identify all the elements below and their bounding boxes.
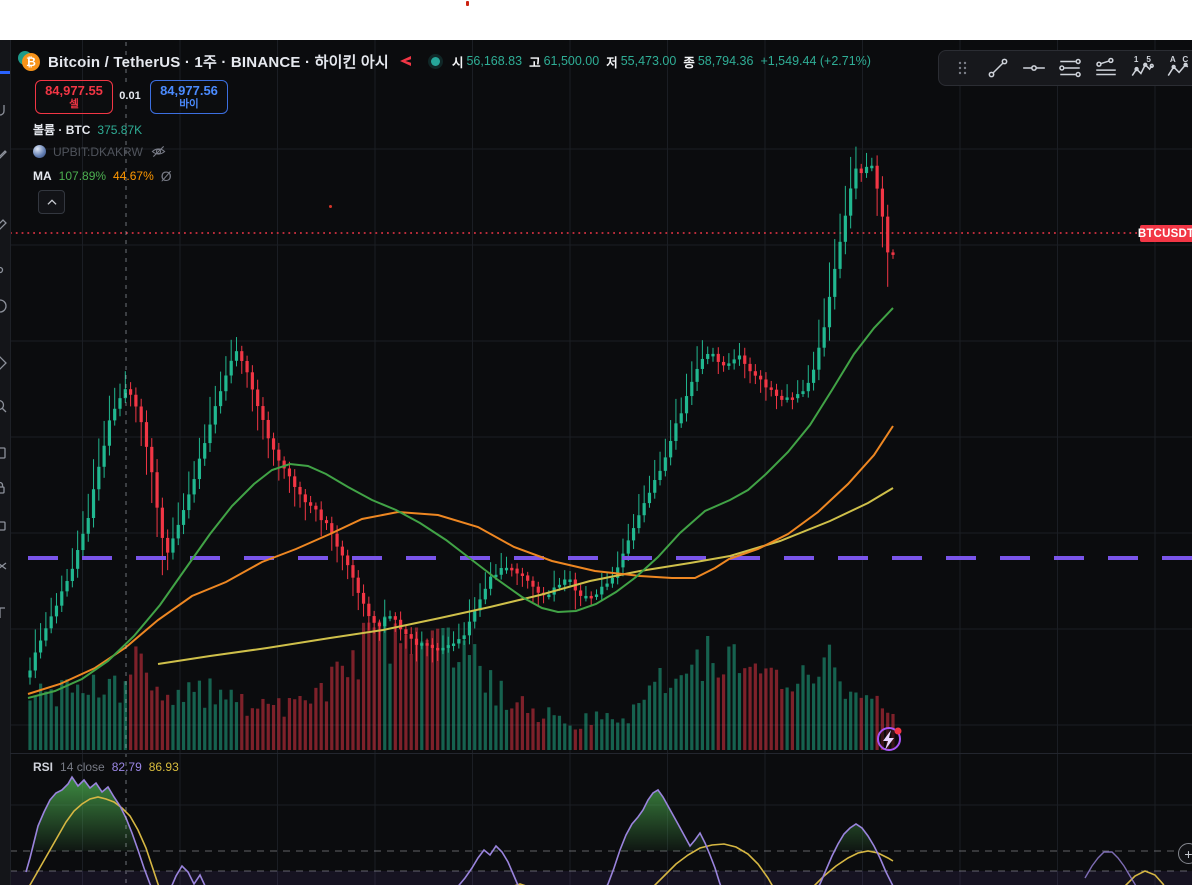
rsi-ma-value: 86.93 xyxy=(148,760,179,774)
buy-label: 바이 xyxy=(179,98,199,111)
spread-value: 0.01 xyxy=(114,87,146,104)
lightning-marker xyxy=(877,727,902,751)
elliott-impulse-wave-icon[interactable]: 15 xyxy=(1127,54,1157,82)
open-value: 56,168.83 xyxy=(466,54,523,68)
ohlc-readout: 시 56,168.83 고 61,500.00 저 55,473.00 종 58,794… xyxy=(452,52,871,71)
rsi-value: 82.79 xyxy=(111,760,142,774)
last-price-badge[interactable]: BTCUSDT xyxy=(1138,225,1192,242)
magnet-icon[interactable] xyxy=(0,102,8,118)
floating-drawing-toolbar[interactable]: 15 AC xyxy=(938,50,1192,86)
upbit-symbol: UPBIT:DKAKRW xyxy=(53,144,143,159)
ma-label: MA xyxy=(33,169,52,183)
rsi-legend[interactable]: RSI 14 close 82.79 86.93 xyxy=(33,760,179,774)
close-value: 58,794.36 xyxy=(697,54,754,68)
horizontal-line-icon[interactable] xyxy=(1019,54,1049,82)
flag-icon[interactable] xyxy=(397,53,413,69)
add-alert-plus-button[interactable]: + xyxy=(1178,843,1192,864)
svg-text:A: A xyxy=(1170,55,1176,64)
rsi-label: RSI xyxy=(33,760,54,774)
browser-top-strip xyxy=(0,0,1192,40)
rsi-line xyxy=(25,775,894,885)
scissors-icon[interactable] xyxy=(0,558,8,574)
main-pane xyxy=(10,146,1192,751)
app-window: ₿ Bitcoin / TetherUS · 1주 · BINANCE · 하이… xyxy=(0,0,1192,885)
flat-channel-icon[interactable] xyxy=(1091,54,1121,82)
ma-value-1: 107.89% xyxy=(58,169,107,183)
svg-text:C: C xyxy=(1182,55,1188,64)
horizontal-lines-icon[interactable] xyxy=(1055,54,1085,82)
collapse-legend-button[interactable] xyxy=(38,190,65,214)
symbol-title[interactable]: Bitcoin / TetherUS · 1주 · BINANCE · 하이킨 … xyxy=(48,51,389,72)
trend-line-icon[interactable] xyxy=(983,54,1013,82)
ma-disabled-icon[interactable]: Ø xyxy=(161,168,172,184)
dot-tool-icon[interactable] xyxy=(0,262,8,278)
elliott-correction-wave-icon[interactable]: AC xyxy=(1163,54,1192,82)
svg-text:1: 1 xyxy=(1134,55,1139,64)
buy-button[interactable]: 84,977.56 바이 xyxy=(150,80,228,114)
zoom-icon[interactable] xyxy=(0,398,8,414)
change-value: +1,549.44 (+2.71%) xyxy=(760,54,871,68)
ma-value-2: 44.67% xyxy=(113,169,154,183)
svg-text:5: 5 xyxy=(1146,55,1151,64)
sell-label: 셀 xyxy=(69,98,79,111)
grid-layer xyxy=(10,40,1192,885)
eye-slash-icon[interactable] xyxy=(150,144,167,159)
upbit-legend[interactable]: UPBIT:DKAKRW xyxy=(33,144,167,159)
ma-legend[interactable]: MA 107.89% 44.67% Ø xyxy=(33,168,172,184)
circle-tool-icon[interactable] xyxy=(0,298,8,314)
pencil-icon[interactable] xyxy=(0,148,8,164)
text-tool-icon[interactable] xyxy=(0,605,8,621)
volume-label: 볼륨 · BTC xyxy=(33,123,91,137)
tag-icon[interactable] xyxy=(0,355,8,371)
high-value: 61,500.00 xyxy=(543,54,600,68)
low-label: 저 xyxy=(606,55,618,70)
volume-value: 375.87K xyxy=(97,122,143,137)
drawing-toolbar[interactable] xyxy=(0,40,11,885)
lock-icon[interactable] xyxy=(0,480,8,496)
cursor-artifact-dot xyxy=(329,205,332,208)
volume-legend[interactable]: 볼륨 · BTC 375.87K xyxy=(33,121,142,138)
open-label: 시 xyxy=(451,55,464,70)
low-value: 55,473.00 xyxy=(620,54,677,68)
ma-yellow-line xyxy=(157,487,894,665)
active-tool-indicator xyxy=(0,71,10,74)
high-label: 고 xyxy=(529,55,541,70)
red-artifact-dot xyxy=(466,1,469,6)
sell-button[interactable]: 84,977.55 셀 xyxy=(35,80,113,114)
buy-price: 84,977.56 xyxy=(160,82,218,98)
panel-icon[interactable] xyxy=(0,518,8,534)
sell-price: 84,977.55 xyxy=(45,82,103,98)
rect-tool-icon[interactable] xyxy=(0,445,8,461)
market-status-dot[interactable] xyxy=(430,56,440,66)
chevron-up-icon xyxy=(46,199,57,205)
rsi-pane xyxy=(10,775,1192,885)
chart-canvas[interactable] xyxy=(0,40,1192,885)
drag-handle-icon[interactable] xyxy=(947,54,977,82)
symbol-header: ₿ Bitcoin / TetherUS · 1주 · BINANCE · 하이… xyxy=(18,48,871,74)
rsi-params: 14 close xyxy=(60,760,105,774)
close-label: 종 xyxy=(683,55,695,70)
upbit-coin-icon xyxy=(33,145,46,158)
measure-icon[interactable] xyxy=(0,218,8,234)
pane-separator[interactable] xyxy=(10,753,1192,754)
bitcoin-icon: ₿ xyxy=(18,51,40,71)
